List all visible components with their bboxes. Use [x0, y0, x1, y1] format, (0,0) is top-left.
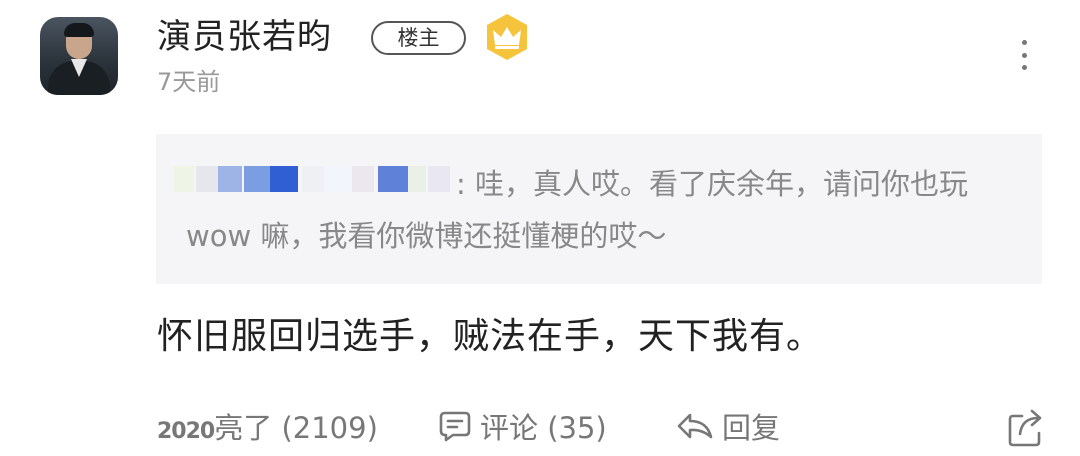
op-badge: 楼主	[371, 21, 466, 55]
username[interactable]: 演员张若昀	[157, 12, 332, 62]
reply-icon	[676, 409, 714, 447]
quoted-comment-text: : 哇，真人哎。看了庆余年，请问你也玩 wow 嘛，我看你微博还挺懂梗的哎～	[186, 167, 968, 253]
quoted-comment[interactable]: : 哇，真人哎。看了庆余年，请问你也玩 wow 嘛，我看你微博还挺懂梗的哎～	[156, 134, 1042, 284]
avatar-hair	[64, 23, 94, 37]
like-prefix: 2020	[157, 419, 215, 444]
forum-post: 演员张若昀 楼主 7天前 : 哇，真人哎。看了庆余年，请问你也玩 wow 嘛，我	[0, 0, 1080, 456]
reply-label: 回复	[722, 411, 781, 445]
more-dot	[1021, 65, 1027, 70]
comment-button[interactable]: 评论 (35)	[438, 408, 607, 448]
more-dot	[1021, 52, 1027, 58]
like-label: 亮了 (2109)	[214, 411, 378, 445]
comment-icon	[438, 409, 472, 447]
post-timestamp: 7天前	[157, 68, 221, 96]
reply-button[interactable]: 回复	[676, 408, 780, 448]
action-bar: 2020亮了 (2109) 评论 (35) 回复	[0, 400, 1080, 456]
share-icon[interactable]	[1006, 406, 1046, 448]
like-button[interactable]: 2020亮了 (2109)	[157, 408, 378, 452]
crown-badge-icon	[484, 12, 530, 62]
avatar[interactable]	[40, 17, 118, 95]
comment-label: 评论 (35)	[480, 411, 607, 445]
post-content: 怀旧服回归选手，贼法在手，天下我有。	[157, 316, 824, 357]
more-vertical-icon[interactable]	[1012, 40, 1036, 70]
more-dot	[1021, 40, 1027, 45]
